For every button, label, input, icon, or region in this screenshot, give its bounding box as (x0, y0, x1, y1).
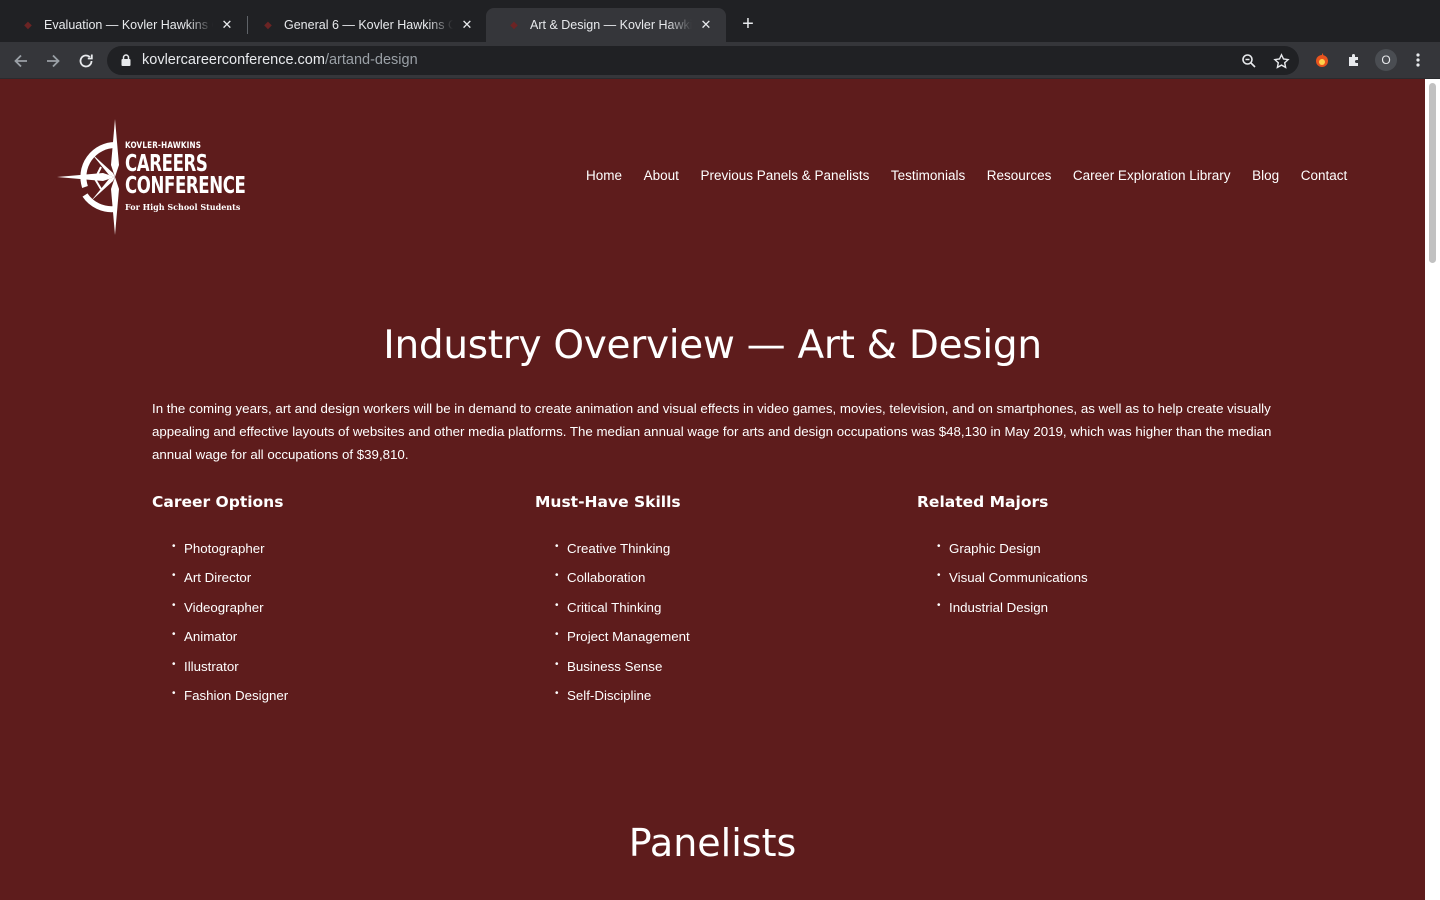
url-text[interactable]: kovlercareerconference.com/artand-design (142, 52, 418, 68)
list-item: Graphic Design (937, 541, 1088, 570)
nav-home[interactable]: Home (586, 168, 622, 183)
skills-list: Creative Thinking Collaboration Critical… (555, 541, 690, 717)
back-button[interactable] (8, 48, 34, 74)
tab-title: Evaluation — Kovler Hawkins Careers Conf… (44, 18, 213, 32)
bookmark-star-icon[interactable] (1272, 52, 1290, 70)
menu-dots-icon[interactable] (1408, 50, 1428, 70)
list-item: Art Director (172, 570, 288, 599)
column-heading: Career Options (152, 493, 284, 511)
url-domain: kovlercareerconference.com (142, 52, 325, 68)
close-icon[interactable]: ✕ (698, 17, 714, 33)
site-logo[interactable]: KOVLER-HAWKINS CAREERS CONFERENCE For Hi… (55, 117, 246, 237)
logo-small-text: KOVLER-HAWKINS (125, 141, 202, 151)
nav-contact[interactable]: Contact (1301, 168, 1348, 183)
web-page: KOVLER-HAWKINS CAREERS CONFERENCE For Hi… (0, 79, 1425, 900)
scrollbar-thumb[interactable] (1429, 83, 1436, 263)
nav-testimonials[interactable]: Testimonials (891, 168, 965, 183)
list-item: Fashion Designer (172, 688, 288, 717)
page-title: Industry Overview — Art & Design (383, 323, 1042, 368)
lock-icon (121, 54, 131, 66)
new-tab-button[interactable]: + (737, 13, 759, 35)
nav-career-library[interactable]: Career Exploration Library (1073, 168, 1231, 183)
list-item: Animator (172, 629, 288, 658)
panelists-heading: Panelists (628, 821, 797, 865)
close-icon[interactable]: ✕ (219, 17, 235, 33)
list-item: Critical Thinking (555, 600, 690, 629)
site-favicon-icon: ◆ (510, 19, 518, 31)
list-item: Illustrator (172, 659, 288, 688)
nav-blog[interactable]: Blog (1252, 168, 1279, 183)
logo-line-2: CONFERENCE (125, 173, 246, 199)
list-item: Business Sense (555, 659, 690, 688)
address-bar[interactable]: kovlercareerconference.com/artand-design (107, 46, 1299, 75)
list-item: Project Management (555, 629, 690, 658)
list-item: Collaboration (555, 570, 690, 599)
list-item: Self-Discipline (555, 688, 690, 717)
list-item: Creative Thinking (555, 541, 690, 570)
nav-resources[interactable]: Resources (987, 168, 1052, 183)
reload-button[interactable] (73, 48, 99, 74)
tab-general-6[interactable]: ◆ General 6 — Kovler Hawkins Careers Con… (240, 8, 487, 42)
tab-evaluation[interactable]: ◆ Evaluation — Kovler Hawkins Careers Co… (0, 8, 247, 42)
intro-paragraph: In the coming years, art and design work… (152, 401, 1272, 462)
site-favicon-icon: ◆ (264, 19, 272, 31)
majors-list: Graphic Design Visual Communications Ind… (937, 541, 1088, 629)
skills-column: Must-Have Skills Creative Thinking Colla… (535, 493, 895, 703)
arrow-left-icon (14, 54, 27, 68)
list-item: Visual Communications (937, 570, 1088, 599)
extensions-puzzle-icon[interactable] (1344, 50, 1364, 70)
column-heading: Must-Have Skills (535, 493, 681, 511)
zoom-icon[interactable] (1240, 52, 1258, 70)
column-heading: Related Majors (917, 493, 1049, 511)
profile-avatar[interactable]: O (1375, 49, 1397, 71)
tab-strip: ◆ Evaluation — Kovler Hawkins Careers Co… (0, 0, 1440, 42)
arrow-right-icon (47, 54, 60, 68)
page-scrollbar[interactable] (1425, 79, 1440, 900)
site-favicon-icon: ◆ (24, 19, 32, 31)
forward-button[interactable] (40, 48, 66, 74)
career-options-column: Career Options Photographer Art Director… (152, 493, 512, 703)
nav-about[interactable]: About (644, 168, 679, 183)
browser-toolbar: kovlercareerconference.com/artand-design… (0, 42, 1440, 79)
career-options-list: Photographer Art Director Videographer A… (172, 541, 288, 717)
tab-title: Art & Design — Kovler Hawkins Careers Co… (530, 18, 692, 32)
close-icon[interactable]: ✕ (459, 17, 475, 33)
tab-title: General 6 — Kovler Hawkins Careers Confe… (284, 18, 453, 32)
list-item: Photographer (172, 541, 288, 570)
nav-previous-panels[interactable]: Previous Panels & Panelists (700, 168, 869, 183)
reload-icon (79, 54, 93, 68)
tab-art-design[interactable]: ◆ Art & Design — Kovler Hawkins Careers … (486, 8, 726, 42)
extension-fire-icon[interactable] (1312, 50, 1332, 70)
majors-column: Related Majors Graphic Design Visual Com… (917, 493, 1277, 615)
main-navigation: Home About Previous Panels & Panelists T… (586, 168, 1369, 183)
list-item: Industrial Design (937, 600, 1088, 629)
logo-subtitle: For High School Students (125, 202, 241, 212)
list-item: Videographer (172, 600, 288, 629)
url-path: /artand-design (324, 52, 418, 68)
